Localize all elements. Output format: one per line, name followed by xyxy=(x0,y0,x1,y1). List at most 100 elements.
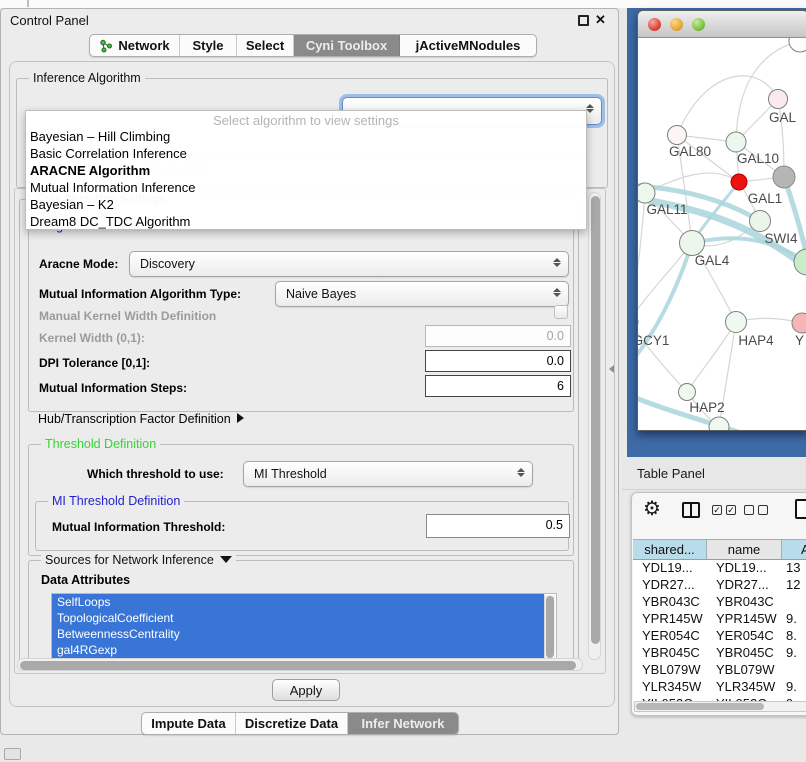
tab-cyni-toolbox[interactable]: Cyni Toolbox xyxy=(294,35,400,56)
manual-kernel-width-checkbox[interactable] xyxy=(554,305,568,319)
network-edge[interactable] xyxy=(638,243,692,368)
network-node[interactable] xyxy=(709,417,729,431)
settings-horizontal-scrollbar[interactable] xyxy=(17,658,583,671)
tab-discretize-data[interactable]: Discretize Data xyxy=(236,713,348,734)
apply-button[interactable]: Apply xyxy=(272,679,340,701)
network-node[interactable] xyxy=(679,384,696,401)
table-row[interactable]: YBR043CYBR043C xyxy=(633,594,806,611)
deselect-all-columns-icon[interactable] xyxy=(744,505,768,515)
network-node[interactable] xyxy=(789,38,806,52)
splitter-arrow-icon[interactable] xyxy=(609,365,614,373)
select-all-columns-icon[interactable]: ✓ ✓ xyxy=(712,505,736,515)
algorithm-option[interactable]: Mutual Information Inference xyxy=(26,179,586,196)
close-traffic-light-icon[interactable] xyxy=(648,18,661,31)
mi-algorithm-type-combobox[interactable]: Naive Bayes xyxy=(275,281,569,307)
scrollbar-thumb[interactable] xyxy=(591,196,600,644)
table-cell: YBR043C xyxy=(633,594,707,611)
mi-threshold-field[interactable]: 0.5 xyxy=(426,514,570,538)
zoom-traffic-light-icon[interactable] xyxy=(692,18,705,31)
control-panel-window: Control Panel ✕ Network Style Select xyxy=(0,8,619,735)
node-label: GAL4 xyxy=(695,253,730,268)
sources-title[interactable]: Sources for Network Inference xyxy=(41,553,236,567)
table-horizontal-scrollbar[interactable] xyxy=(634,701,806,712)
data-attribute-item[interactable]: BetweennessCentrality xyxy=(52,626,544,642)
scrollbar-thumb[interactable] xyxy=(20,661,576,670)
tab-infer-network[interactable]: Infer Network xyxy=(348,713,458,734)
tab-network[interactable]: Network xyxy=(90,35,180,56)
network-edge[interactable] xyxy=(687,322,736,392)
algorithm-option[interactable]: Bayesian – Hill Climbing xyxy=(26,128,586,145)
table-row[interactable]: YPR145WYPR145W9. xyxy=(633,611,806,628)
table-row[interactable]: YBR045CYBR045C9. xyxy=(633,645,806,662)
network-canvas[interactable]: GALGAL80GAL10GAL1GAL11SWI4GAL4GCY1HAP4YH… xyxy=(638,38,806,431)
kernel-width-label: Kernel Width (0,1): xyxy=(39,331,145,345)
aracne-mode-combobox[interactable]: Discovery xyxy=(129,251,569,277)
data-attributes-list[interactable]: SelfLoopsTopologicalCoefficientBetweenne… xyxy=(51,593,557,663)
table-cell: YER054C xyxy=(707,628,782,645)
minimized-panel-icon[interactable] xyxy=(4,748,21,760)
which-threshold-value: MI Threshold xyxy=(254,467,327,481)
network-node[interactable] xyxy=(773,166,795,188)
table-row[interactable]: YER054CYER054C8. xyxy=(633,628,806,645)
network-edge[interactable] xyxy=(638,193,645,322)
column-layout-icon[interactable] xyxy=(682,502,700,518)
minimize-traffic-light-icon[interactable] xyxy=(670,18,683,31)
algorithm-option[interactable]: Basic Correlation Inference xyxy=(26,145,586,162)
network-node[interactable] xyxy=(792,313,806,333)
algorithm-option[interactable]: Dream8 DC_TDC Algorithm xyxy=(26,213,586,230)
scrollbar-thumb[interactable] xyxy=(546,596,554,658)
control-panel-title: Control Panel xyxy=(10,13,89,28)
data-attribute-item[interactable]: TopologicalCoefficient xyxy=(52,610,544,626)
dpi-tolerance-field[interactable]: 0.0 xyxy=(425,350,571,372)
tab-infer-network-label: Infer Network xyxy=(361,716,444,731)
tab-select[interactable]: Select xyxy=(237,35,294,56)
table-panel: ⚙ ✓ ✓ shared... name A YDL19...YDL19...1… xyxy=(631,492,806,716)
network-node[interactable] xyxy=(794,249,806,275)
table-cell: YDR27... xyxy=(633,577,707,594)
network-edge[interactable] xyxy=(677,76,778,135)
network-node[interactable] xyxy=(638,183,655,203)
network-node[interactable] xyxy=(680,231,705,256)
network-edge[interactable] xyxy=(784,177,806,260)
control-panel-tabs: Network Style Select Cyni Toolbox jActiv… xyxy=(89,34,537,57)
network-window-titlebar[interactable] xyxy=(638,11,806,38)
settings-vertical-scrollbar[interactable] xyxy=(588,192,601,660)
table-mode-icon[interactable] xyxy=(795,499,806,519)
network-view-window[interactable]: GALGAL80GAL10GAL1GAL11SWI4GAL4GCY1HAP4YH… xyxy=(637,10,806,431)
table-row[interactable]: YBL079WYBL079W xyxy=(633,662,806,679)
network-node[interactable] xyxy=(731,174,747,190)
close-icon[interactable]: ✕ xyxy=(595,12,606,28)
data-attribute-item[interactable]: gal4RGexp xyxy=(52,642,544,658)
float-window-icon[interactable] xyxy=(578,15,589,26)
algorithm-option[interactable]: Bayesian – K2 xyxy=(26,196,586,213)
algorithm-popup-list: Bayesian – Hill ClimbingBasic Correlatio… xyxy=(26,128,586,230)
mi-steps-field[interactable]: 6 xyxy=(425,375,571,397)
kernel-width-field[interactable]: 0.0 xyxy=(425,325,571,347)
network-node[interactable] xyxy=(668,126,687,145)
node-table: shared... name A xyxy=(633,539,806,560)
table-cell: YPR145W xyxy=(707,611,782,628)
data-attribute-item[interactable]: SelfLoops xyxy=(52,594,544,610)
column-header-shared-name[interactable]: shared... xyxy=(633,540,707,559)
network-node[interactable] xyxy=(726,312,747,333)
network-node[interactable] xyxy=(750,211,771,232)
tab-impute-data[interactable]: Impute Data xyxy=(142,713,236,734)
which-threshold-combobox[interactable]: MI Threshold xyxy=(243,461,533,487)
network-edge[interactable] xyxy=(736,41,800,142)
table-row[interactable]: YDR27...YDR27...12 xyxy=(633,577,806,594)
which-threshold-label: Which threshold to use: xyxy=(87,467,224,481)
tab-jactivemnodules[interactable]: jActiveMNodules xyxy=(400,35,536,56)
hub-section-toggle[interactable]: Hub/Transcription Factor Definition xyxy=(38,412,244,426)
tab-style[interactable]: Style xyxy=(180,35,237,56)
table-row[interactable]: YLR345WYLR345W9. xyxy=(633,679,806,696)
table-row[interactable]: YDL19...YDL19...13 xyxy=(633,560,806,577)
attributes-scrollbar[interactable] xyxy=(544,595,555,661)
column-header-clipped[interactable]: A xyxy=(782,540,806,559)
network-node[interactable] xyxy=(726,132,746,152)
algorithm-option[interactable]: ARACNE Algorithm xyxy=(26,162,586,179)
gear-icon[interactable]: ⚙ xyxy=(643,496,661,521)
scrollbar-thumb[interactable] xyxy=(636,703,764,710)
network-node[interactable] xyxy=(769,90,788,109)
column-header-name[interactable]: name xyxy=(707,540,782,559)
node-label: SWI4 xyxy=(764,231,797,246)
